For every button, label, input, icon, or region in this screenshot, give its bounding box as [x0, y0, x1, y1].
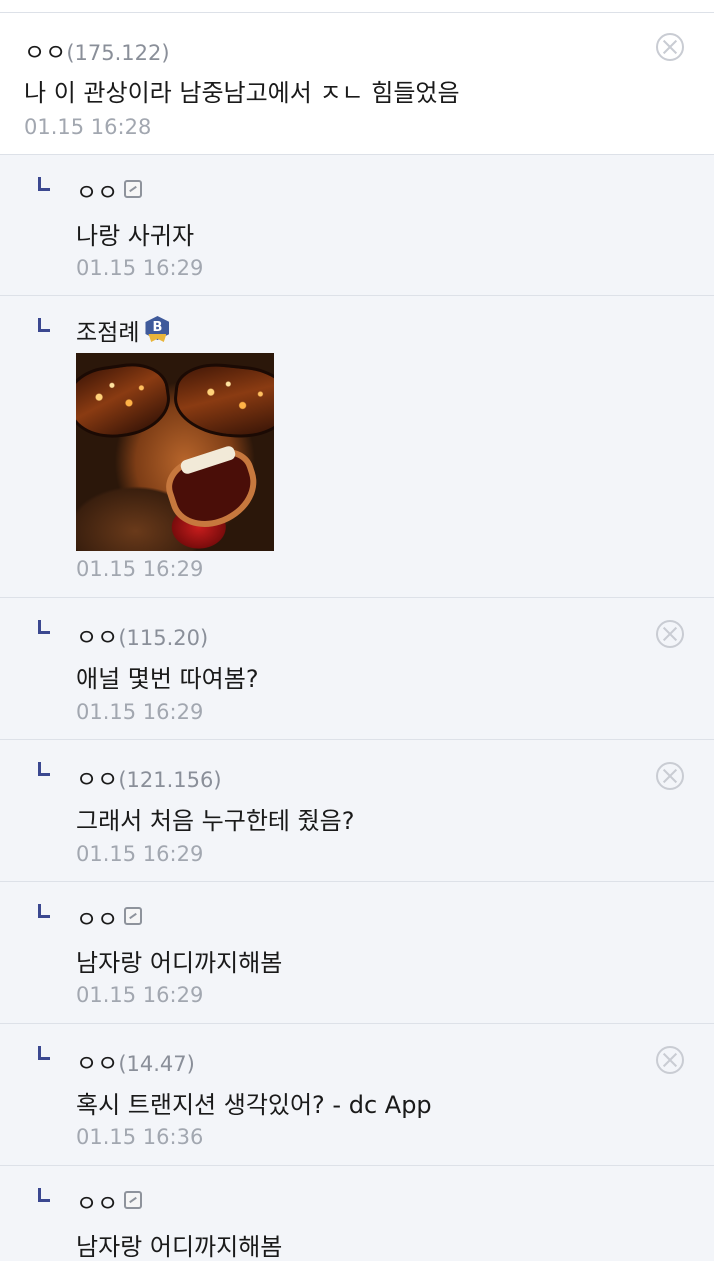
comment-item: ㅇㅇ(175.122) 나 이 관상이라 남중남고에서 ㅈㄴ 힘들었음 01.1… — [0, 13, 714, 155]
comment-nickname[interactable]: ㅇㅇ(115.20) — [76, 618, 208, 652]
reply-item: 조점례 B 01.15 16:29 — [0, 296, 714, 598]
delete-icon[interactable] — [656, 33, 684, 61]
comment-timestamp: 01.15 16:36 — [76, 1125, 204, 1149]
comment-timestamp: 01.15 16:29 — [76, 256, 204, 280]
comment-text: 애널 몇번 따여봄? — [76, 665, 259, 693]
comment-nickname[interactable]: ㅇㅇ(14.47) — [76, 1044, 195, 1078]
reply-arrow-icon — [38, 904, 50, 918]
reply-arrow-icon — [38, 1188, 50, 1202]
delete-icon[interactable] — [656, 1046, 684, 1074]
reply-arrow-icon — [38, 318, 50, 332]
comment-nickname[interactable]: 조점례 B — [76, 313, 170, 347]
reply-item: ㅇㅇ(121.156) 그래서 처음 누구한테 줬음? 01.15 16:29 — [0, 740, 714, 882]
reply-item: ㅇㅇ 남자랑 어디까지해봄 01.15 16:29 — [0, 882, 714, 1024]
comment-timestamp: 01.15 16:28 — [24, 115, 152, 139]
delete-icon[interactable] — [656, 762, 684, 790]
comment-text: 남자랑 어디까지해봄 — [76, 949, 283, 977]
reply-arrow-icon — [38, 177, 50, 191]
reply-item: ㅇㅇ(115.20) 애널 몇번 따여봄? 01.15 16:29 — [0, 598, 714, 740]
comment-ip: (115.20) — [118, 626, 209, 650]
delete-icon[interactable] — [656, 620, 684, 648]
reply-item: ㅇㅇ(14.47) 혹시 트랜지션 생각있어? - dc App 01.15 1… — [0, 1024, 714, 1166]
reply-item: ㅇㅇ 나랑 사귀자 01.15 16:29 — [0, 155, 714, 296]
fixed-nick-icon — [124, 180, 143, 198]
comment-text: 그래서 처음 누구한테 줬음? — [76, 807, 355, 835]
reply-arrow-icon — [38, 620, 50, 634]
comment-nickname[interactable]: ㅇㅇ — [76, 1184, 143, 1218]
badge-icon: B — [145, 316, 170, 344]
comment-nickname[interactable]: ㅇㅇ — [76, 900, 143, 934]
comment-ip: (121.156) — [118, 768, 222, 792]
comment-nickname[interactable]: ㅇㅇ(121.156) — [76, 760, 222, 794]
reply-arrow-icon — [38, 762, 50, 776]
comment-text: 혹시 트랜지션 생각있어? - dc App — [76, 1091, 432, 1119]
comment-timestamp: 01.15 16:29 — [76, 557, 204, 581]
comment-nickname[interactable]: ㅇㅇ(175.122) — [24, 33, 170, 67]
reply-item: ㅇㅇ 남자랑 어디까지해봄 — [0, 1166, 714, 1261]
comment-text: 나 이 관상이라 남중남고에서 ㅈㄴ 힘들었음 — [24, 79, 460, 107]
comment-text: 남자랑 어디까지해봄 — [76, 1233, 283, 1261]
comment-ip: (175.122) — [66, 41, 170, 65]
comment-timestamp: 01.15 16:29 — [76, 842, 204, 866]
comment-ip: (14.47) — [118, 1052, 195, 1076]
top-divider — [0, 0, 714, 13]
fixed-nick-icon — [124, 1191, 143, 1209]
comment-text: 나랑 사귀자 — [76, 222, 195, 250]
dccon-image[interactable] — [76, 353, 274, 551]
fixed-nick-icon — [124, 907, 143, 925]
comment-nickname[interactable]: ㅇㅇ — [76, 173, 143, 207]
reply-arrow-icon — [38, 1046, 50, 1060]
comment-timestamp: 01.15 16:29 — [76, 983, 204, 1007]
comment-timestamp: 01.15 16:29 — [76, 700, 204, 724]
